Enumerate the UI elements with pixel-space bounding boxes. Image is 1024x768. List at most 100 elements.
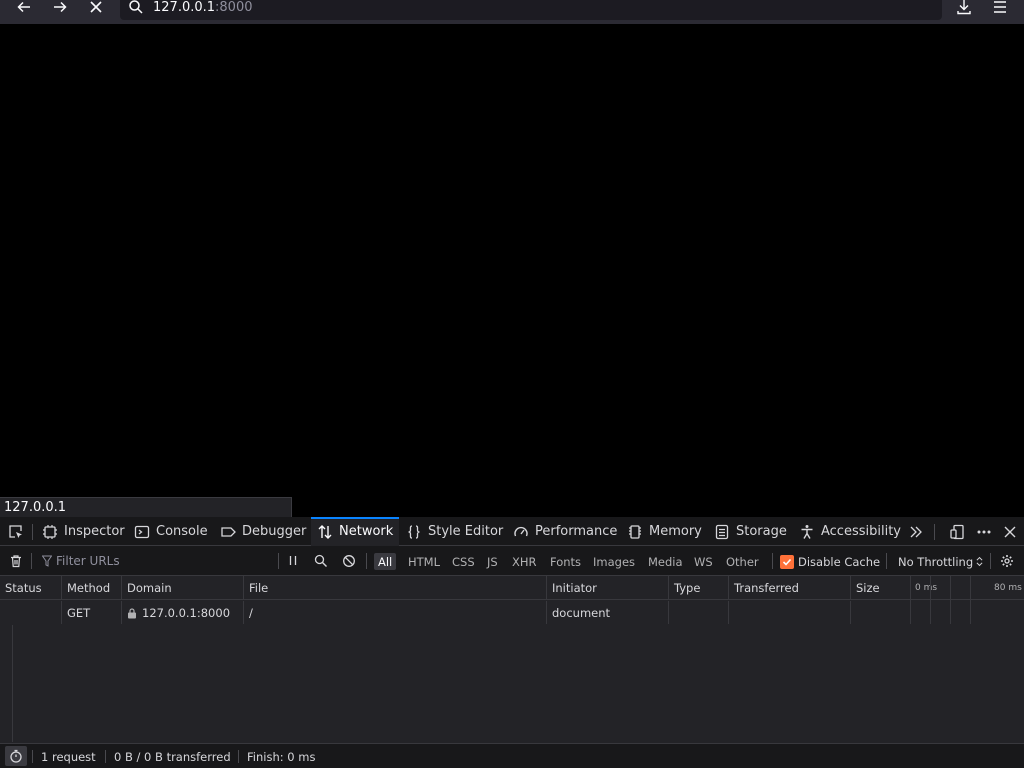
filter-urls-input[interactable] <box>56 554 266 568</box>
cell-type <box>669 601 729 625</box>
type-filter-js[interactable]: JS <box>483 553 502 570</box>
column-header-domain[interactable]: Domain <box>122 576 244 599</box>
footer-separator <box>32 750 33 763</box>
type-filter-media[interactable]: Media <box>644 553 687 570</box>
type-filter-xhr[interactable]: XHR <box>508 553 541 570</box>
downloads-button[interactable] <box>952 0 976 15</box>
column-header-status[interactable]: Status <box>0 576 62 599</box>
search-icon <box>314 554 327 567</box>
responsive-design-button[interactable] <box>946 522 968 542</box>
disable-cache-toggle[interactable]: Disable Cache <box>780 553 880 570</box>
status-panel: 127.0.0.1 <box>0 497 292 517</box>
type-filter-images[interactable]: Images <box>589 553 639 570</box>
arrow-right-icon <box>54 1 67 13</box>
checkmark-icon <box>782 558 792 566</box>
url-text: 127.0.0.1:8000 <box>153 0 253 15</box>
toolbar-separator <box>772 553 773 569</box>
tab-label: Debugger <box>242 524 307 539</box>
hamburger-menu-icon <box>994 1 1006 13</box>
pause-button[interactable] <box>283 552 303 570</box>
tab-label: Accessibility <box>821 524 901 539</box>
trash-icon <box>11 555 21 568</box>
cell-domain: 127.0.0.1:8000 <box>122 601 244 625</box>
back-button[interactable] <box>12 0 36 14</box>
toolbar-separator <box>278 553 279 569</box>
type-filter-all[interactable]: All <box>374 553 397 570</box>
table-row[interactable]: GET 127.0.0.1:8000 / document <box>0 601 1024 625</box>
waterfall-tick-start: 0 ms <box>915 583 938 593</box>
pause-icon <box>289 556 297 565</box>
finish-time: Finish: 0 ms <box>247 749 316 764</box>
tab-accessibility[interactable]: Accessibility <box>793 517 907 546</box>
forward-button[interactable] <box>48 0 72 14</box>
devtools-panel: Inspector Console Debugger Network Style… <box>0 517 1024 768</box>
tab-label: Inspector <box>64 524 125 539</box>
tab-inspector[interactable]: Inspector <box>36 517 131 546</box>
tab-performance[interactable]: Performance <box>507 517 623 546</box>
footer-separator <box>105 750 106 763</box>
tab-network[interactable]: Network <box>311 517 399 546</box>
tab-label: Storage <box>736 524 787 539</box>
throttling-select[interactable]: No Throttling <box>898 553 983 570</box>
inspector-icon <box>43 524 57 539</box>
lock-icon <box>128 607 136 618</box>
responsive-mode-icon <box>950 524 964 540</box>
tab-label: Memory <box>649 524 702 539</box>
type-filter-fonts[interactable]: Fonts <box>546 553 585 570</box>
waterfall-tick-end: 80 ms <box>994 583 1022 593</box>
filter-urls-box[interactable] <box>36 550 276 572</box>
stop-button[interactable] <box>84 0 108 14</box>
tab-memory[interactable]: Memory <box>621 517 708 546</box>
app-menu-button[interactable] <box>988 0 1012 14</box>
tab-console[interactable]: Console <box>128 517 214 546</box>
chip-icon <box>629 524 641 539</box>
type-filter-html[interactable]: HTML <box>404 553 444 570</box>
tabbar-separator <box>934 524 935 540</box>
url-port: :8000 <box>215 0 253 15</box>
debugger-icon <box>221 526 236 537</box>
request-table-header: Status Method Domain File Initiator Type… <box>0 576 1024 600</box>
element-picker-button[interactable] <box>4 522 28 542</box>
close-icon <box>1004 526 1016 538</box>
column-header-type[interactable]: Type <box>669 576 729 599</box>
column-header-transferred[interactable]: Transferred <box>729 576 851 599</box>
toolbar-separator <box>886 553 887 569</box>
devtools-tabbar: Inspector Console Debugger Network Style… <box>0 517 1024 546</box>
close-icon <box>90 1 102 13</box>
chevron-double-right-icon <box>910 526 922 538</box>
disable-cache-label: Disable Cache <box>798 554 881 569</box>
tab-storage[interactable]: Storage <box>708 517 793 546</box>
request-blocking-button[interactable] <box>339 552 359 570</box>
column-header-file[interactable]: File <box>244 576 547 599</box>
url-bar[interactable]: 127.0.0.1:8000 <box>120 0 942 20</box>
network-footer: 1 request 0 B / 0 B transferred Finish: … <box>0 743 1024 768</box>
type-filter-css[interactable]: CSS <box>448 553 479 570</box>
console-icon <box>134 525 150 538</box>
element-picker-icon <box>9 525 22 538</box>
cell-size <box>851 601 911 625</box>
gear-icon <box>1001 555 1013 567</box>
clear-requests-button[interactable] <box>6 552 26 570</box>
domain-text: 127.0.0.1:8000 <box>142 606 231 620</box>
toolbar-separator <box>990 553 991 569</box>
filter-icon <box>42 555 52 567</box>
type-filter-ws[interactable]: WS <box>690 553 717 570</box>
toolbar-separator <box>366 553 367 569</box>
url-host: 127.0.0.1 <box>153 0 216 15</box>
more-tabs-button[interactable] <box>905 522 927 542</box>
search-requests-button[interactable] <box>311 552 331 570</box>
tab-style-editor[interactable]: Style Editor <box>400 517 509 546</box>
network-settings-button[interactable] <box>997 552 1017 570</box>
disable-cache-checkbox[interactable] <box>780 554 794 569</box>
column-header-method[interactable]: Method <box>62 576 122 599</box>
column-header-initiator[interactable]: Initiator <box>547 576 669 599</box>
toolbar-separator <box>31 553 32 569</box>
performance-analysis-button[interactable] <box>5 746 27 766</box>
tab-debugger[interactable]: Debugger <box>214 517 312 546</box>
type-filter-other[interactable]: Other <box>722 553 763 570</box>
devtools-options-button[interactable] <box>973 522 995 542</box>
braces-icon <box>408 524 420 539</box>
column-header-size[interactable]: Size <box>851 576 911 599</box>
devtools-close-button[interactable] <box>999 522 1021 542</box>
storage-icon <box>715 524 729 539</box>
